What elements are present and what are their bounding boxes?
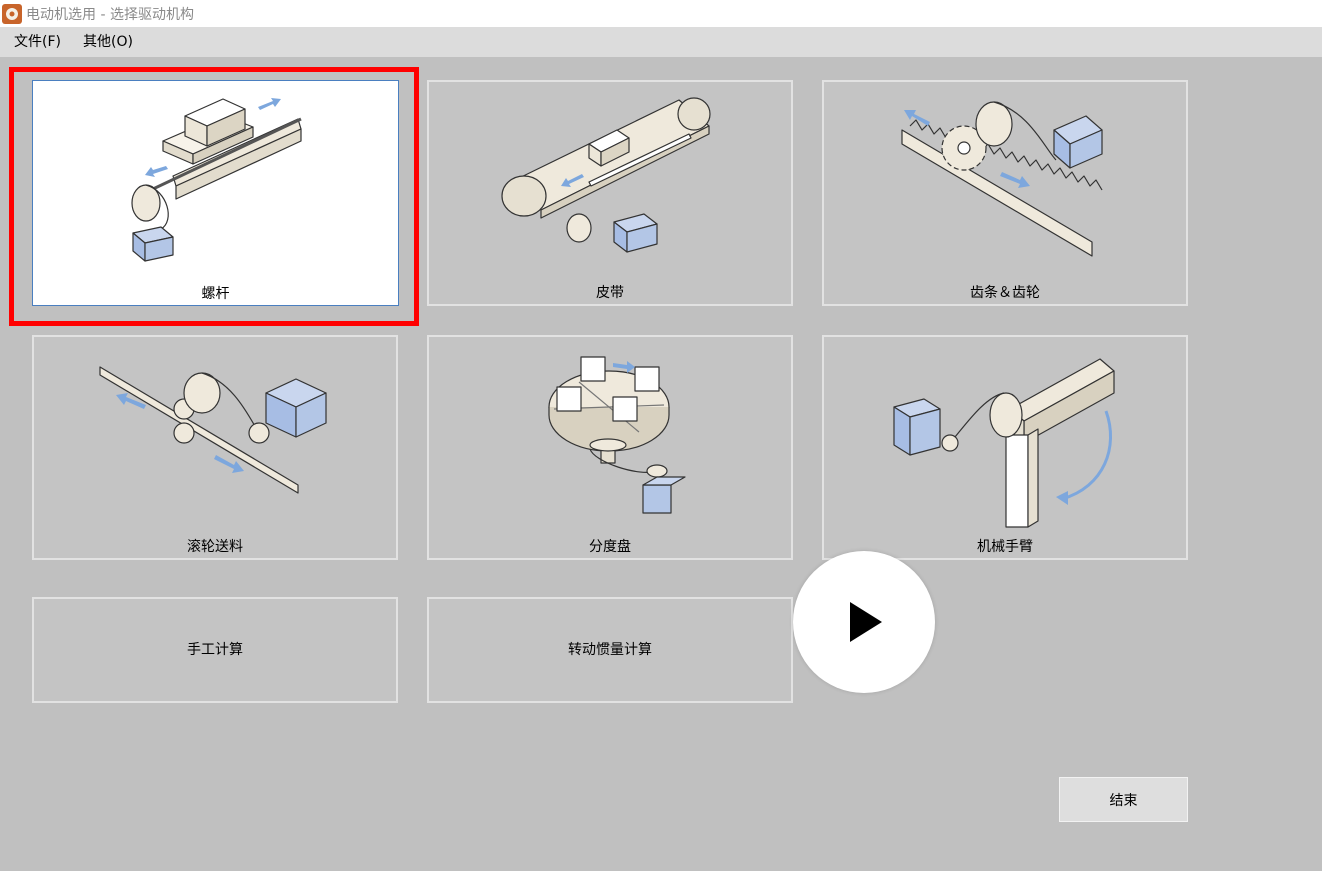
menu-bar: 文件(F) 其他(O)	[0, 27, 1322, 57]
menu-other[interactable]: 其他(O)	[75, 27, 141, 57]
inertia-calculation-label: 转动惯量计算	[568, 642, 652, 658]
app-logo-icon	[2, 3, 22, 24]
window-title: 电动机选用 - 选择驱动机构	[26, 6, 194, 23]
title-bar: 电动机选用 - 选择驱动机构	[0, 0, 1322, 27]
inertia-calculation-card[interactable]: 转动惯量计算	[427, 597, 793, 703]
mechanism-label-belt: 皮带	[596, 285, 624, 301]
ball-screw-icon	[131, 98, 302, 262]
robot-arm-icon	[893, 358, 1115, 528]
mechanism-label-ball-screw: 螺杆	[201, 286, 230, 302]
video-play-button[interactable]	[793, 551, 935, 693]
manual-calculation-card[interactable]: 手工计算	[32, 597, 398, 703]
roller-feed-icon	[99, 366, 327, 494]
mechanism-card-belt[interactable]: 皮带	[427, 80, 793, 306]
manual-calculation-label: 手工计算	[187, 642, 243, 658]
end-button[interactable]: 结束	[1059, 777, 1188, 822]
play-icon	[850, 602, 882, 642]
mechanism-label-index-table: 分度盘	[589, 539, 631, 555]
mechanism-card-index-table[interactable]: 分度盘	[427, 335, 793, 560]
mechanism-card-rack-pinion[interactable]: 齿条＆齿轮	[822, 80, 1188, 306]
menu-file[interactable]: 文件(F)	[6, 27, 69, 57]
mechanism-card-robot-arm[interactable]: 机械手臂	[822, 335, 1188, 560]
index-table-icon	[548, 356, 686, 514]
mechanism-label-roller-feed: 滚轮送料	[187, 539, 243, 555]
mechanism-label-rack-pinion: 齿条＆齿轮	[970, 285, 1040, 301]
belt-conveyor-icon	[501, 97, 711, 253]
mechanism-card-roller-feed[interactable]: 滚轮送料	[32, 335, 398, 560]
rack-pinion-icon	[901, 101, 1103, 257]
mechanism-card-ball-screw[interactable]: 螺杆	[32, 80, 399, 306]
